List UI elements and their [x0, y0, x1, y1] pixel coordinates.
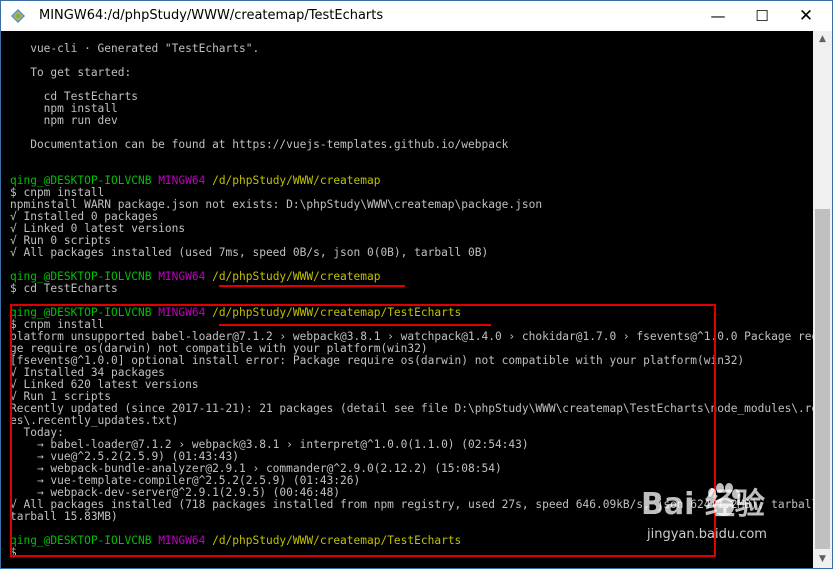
close-button[interactable]: ✕ — [783, 1, 829, 31]
terminal-line: vue-cli · Generated "TestEcharts". — [10, 43, 259, 55]
annotation-underline-createmap — [219, 285, 405, 287]
maximize-button[interactable]: ☐ — [739, 1, 785, 31]
terminal-text-segment: Documentation can be found at https://vu… — [10, 138, 509, 151]
terminal-text-segment: /d/phpStudy/WWW/createmap — [212, 174, 381, 187]
terminal-line: √ All packages installed (used 7ms, spee… — [10, 247, 488, 259]
terminal-text-segment: vue-cli · Generated "TestEcharts". — [10, 42, 260, 55]
window-title: MINGW64:/d/phpStudy/WWW/createmap/TestEc… — [39, 8, 384, 23]
terminal-text-segment: npm run dev — [10, 114, 118, 127]
scroll-down-arrow-icon[interactable]: ▼ — [813, 551, 832, 568]
scroll-thumb[interactable] — [815, 209, 830, 549]
terminal-text-segment: To get started: — [10, 66, 132, 79]
terminal-text-segment: /d/phpStudy/WWW/createmap — [212, 270, 381, 283]
title-bar[interactable]: MINGW64:/d/phpStudy/WWW/createmap/TestEc… — [1, 1, 832, 31]
terminal-text-segment: MINGW64 — [158, 174, 213, 187]
terminal-line: npm run dev — [10, 115, 118, 127]
terminal-text-segment: √ All packages installed (used 7ms, spee… — [10, 246, 489, 259]
scroll-up-arrow-icon[interactable]: ▲ — [813, 31, 832, 48]
vertical-scrollbar[interactable]: ▲ ▼ — [813, 31, 832, 568]
terminal-line: Documentation can be found at https://vu… — [10, 139, 508, 151]
annotation-box — [10, 304, 716, 557]
terminal-text-segment: MINGW64 — [158, 270, 213, 283]
terminal-window: MINGW64:/d/phpStudy/WWW/createmap/TestEc… — [0, 0, 833, 569]
mingw-app-icon — [11, 9, 25, 23]
terminal-text-segment: $ cd TestEcharts — [10, 282, 118, 295]
terminal-line: $ cd TestEcharts — [10, 283, 118, 295]
minimize-button[interactable]: — — [695, 1, 741, 31]
terminal-line: To get started: — [10, 67, 131, 79]
